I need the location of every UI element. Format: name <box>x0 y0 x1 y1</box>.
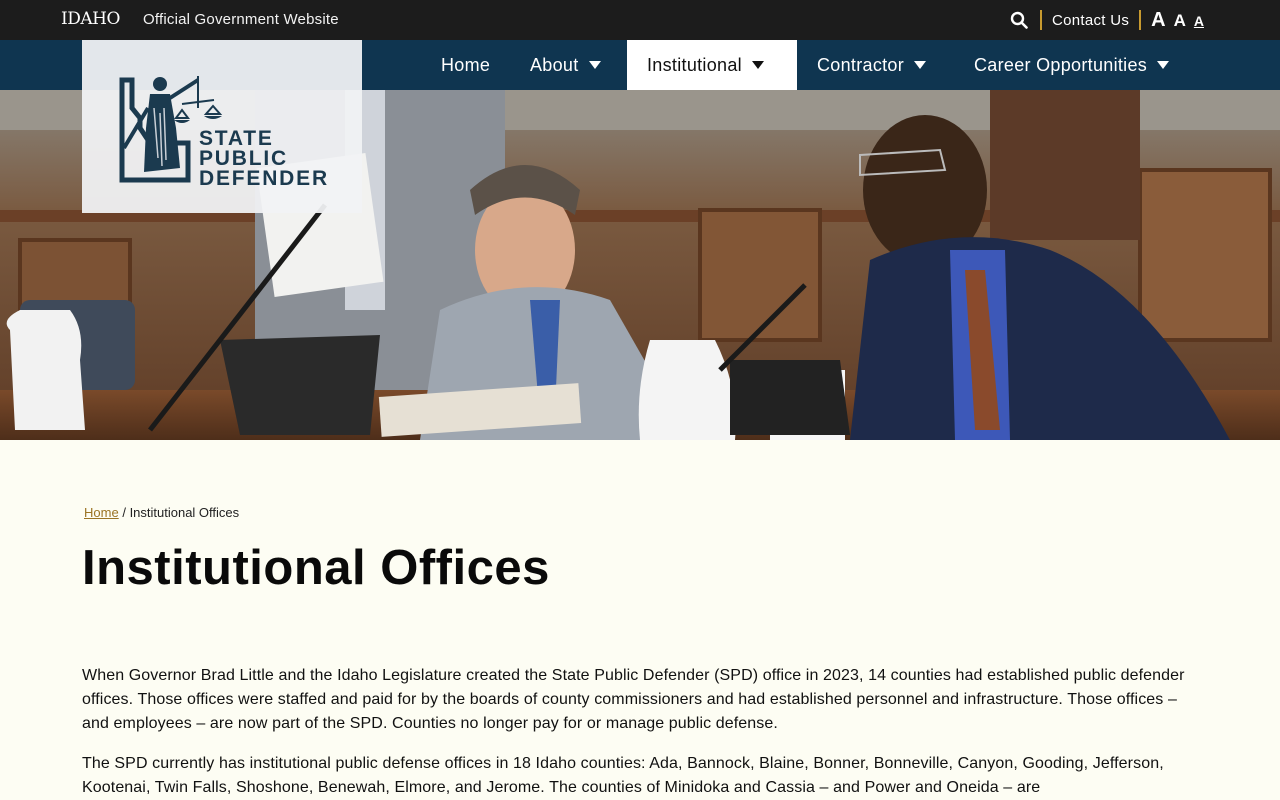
caret-down-icon <box>914 61 927 69</box>
intro-paragraph: When Governor Brad Little and the Idaho … <box>82 667 1185 732</box>
font-size-large-button[interactable]: A <box>1151 9 1165 32</box>
logo-line: DEFENDER <box>199 167 329 190</box>
nav-label: Home <box>441 54 491 75</box>
font-size-medium-button[interactable]: A <box>1174 11 1186 31</box>
nav-label: Contractor <box>817 54 905 75</box>
font-size-controls: A A A <box>1151 9 1204 32</box>
counties-paragraph: The SPD currently has institutional publ… <box>82 755 1164 796</box>
nav-label: About <box>530 54 579 75</box>
state-public-defender-logo[interactable]: STATE PUBLIC DEFENDER <box>82 40 362 213</box>
divider <box>1139 10 1142 30</box>
page-title: Institutional Offices <box>82 541 550 595</box>
divider <box>1039 10 1042 30</box>
caret-down-icon <box>751 61 764 69</box>
logo-wordmark: STATE PUBLIC DEFENDER <box>199 127 329 190</box>
nav-label: Career Opportunities <box>974 54 1148 75</box>
utility-actions: Contact Us A A A <box>1008 0 1204 40</box>
nav-item-institutional[interactable]: Institutional <box>627 40 797 90</box>
search-icon[interactable] <box>1008 9 1030 31</box>
nav-item-home[interactable]: Home <box>441 40 490 90</box>
font-size-small-button[interactable]: A <box>1194 13 1204 29</box>
logo-line: PUBLIC <box>199 147 288 170</box>
nav-item-career-opportunities[interactable]: Career Opportunities <box>974 40 1170 90</box>
breadcrumb-home-link[interactable]: Home <box>84 505 119 520</box>
contact-us-link[interactable]: Contact Us <box>1052 12 1129 29</box>
nav-item-about[interactable]: About <box>530 40 601 90</box>
idaho-logo[interactable]: IDAHO <box>61 9 120 29</box>
caret-down-icon <box>1157 61 1170 69</box>
caret-down-icon <box>588 61 601 69</box>
logo-line: STATE <box>199 127 274 150</box>
breadcrumb: Home / Institutional Offices <box>84 505 239 520</box>
nav-label: Institutional <box>647 54 742 75</box>
utility-bar: IDAHO Official Government Website Contac… <box>0 0 1280 40</box>
official-website-label: Official Government Website <box>143 11 339 28</box>
breadcrumb-current: Institutional Offices <box>129 505 240 520</box>
breadcrumb-separator: / <box>122 505 126 520</box>
nav-item-contractor[interactable]: Contractor <box>817 40 927 90</box>
